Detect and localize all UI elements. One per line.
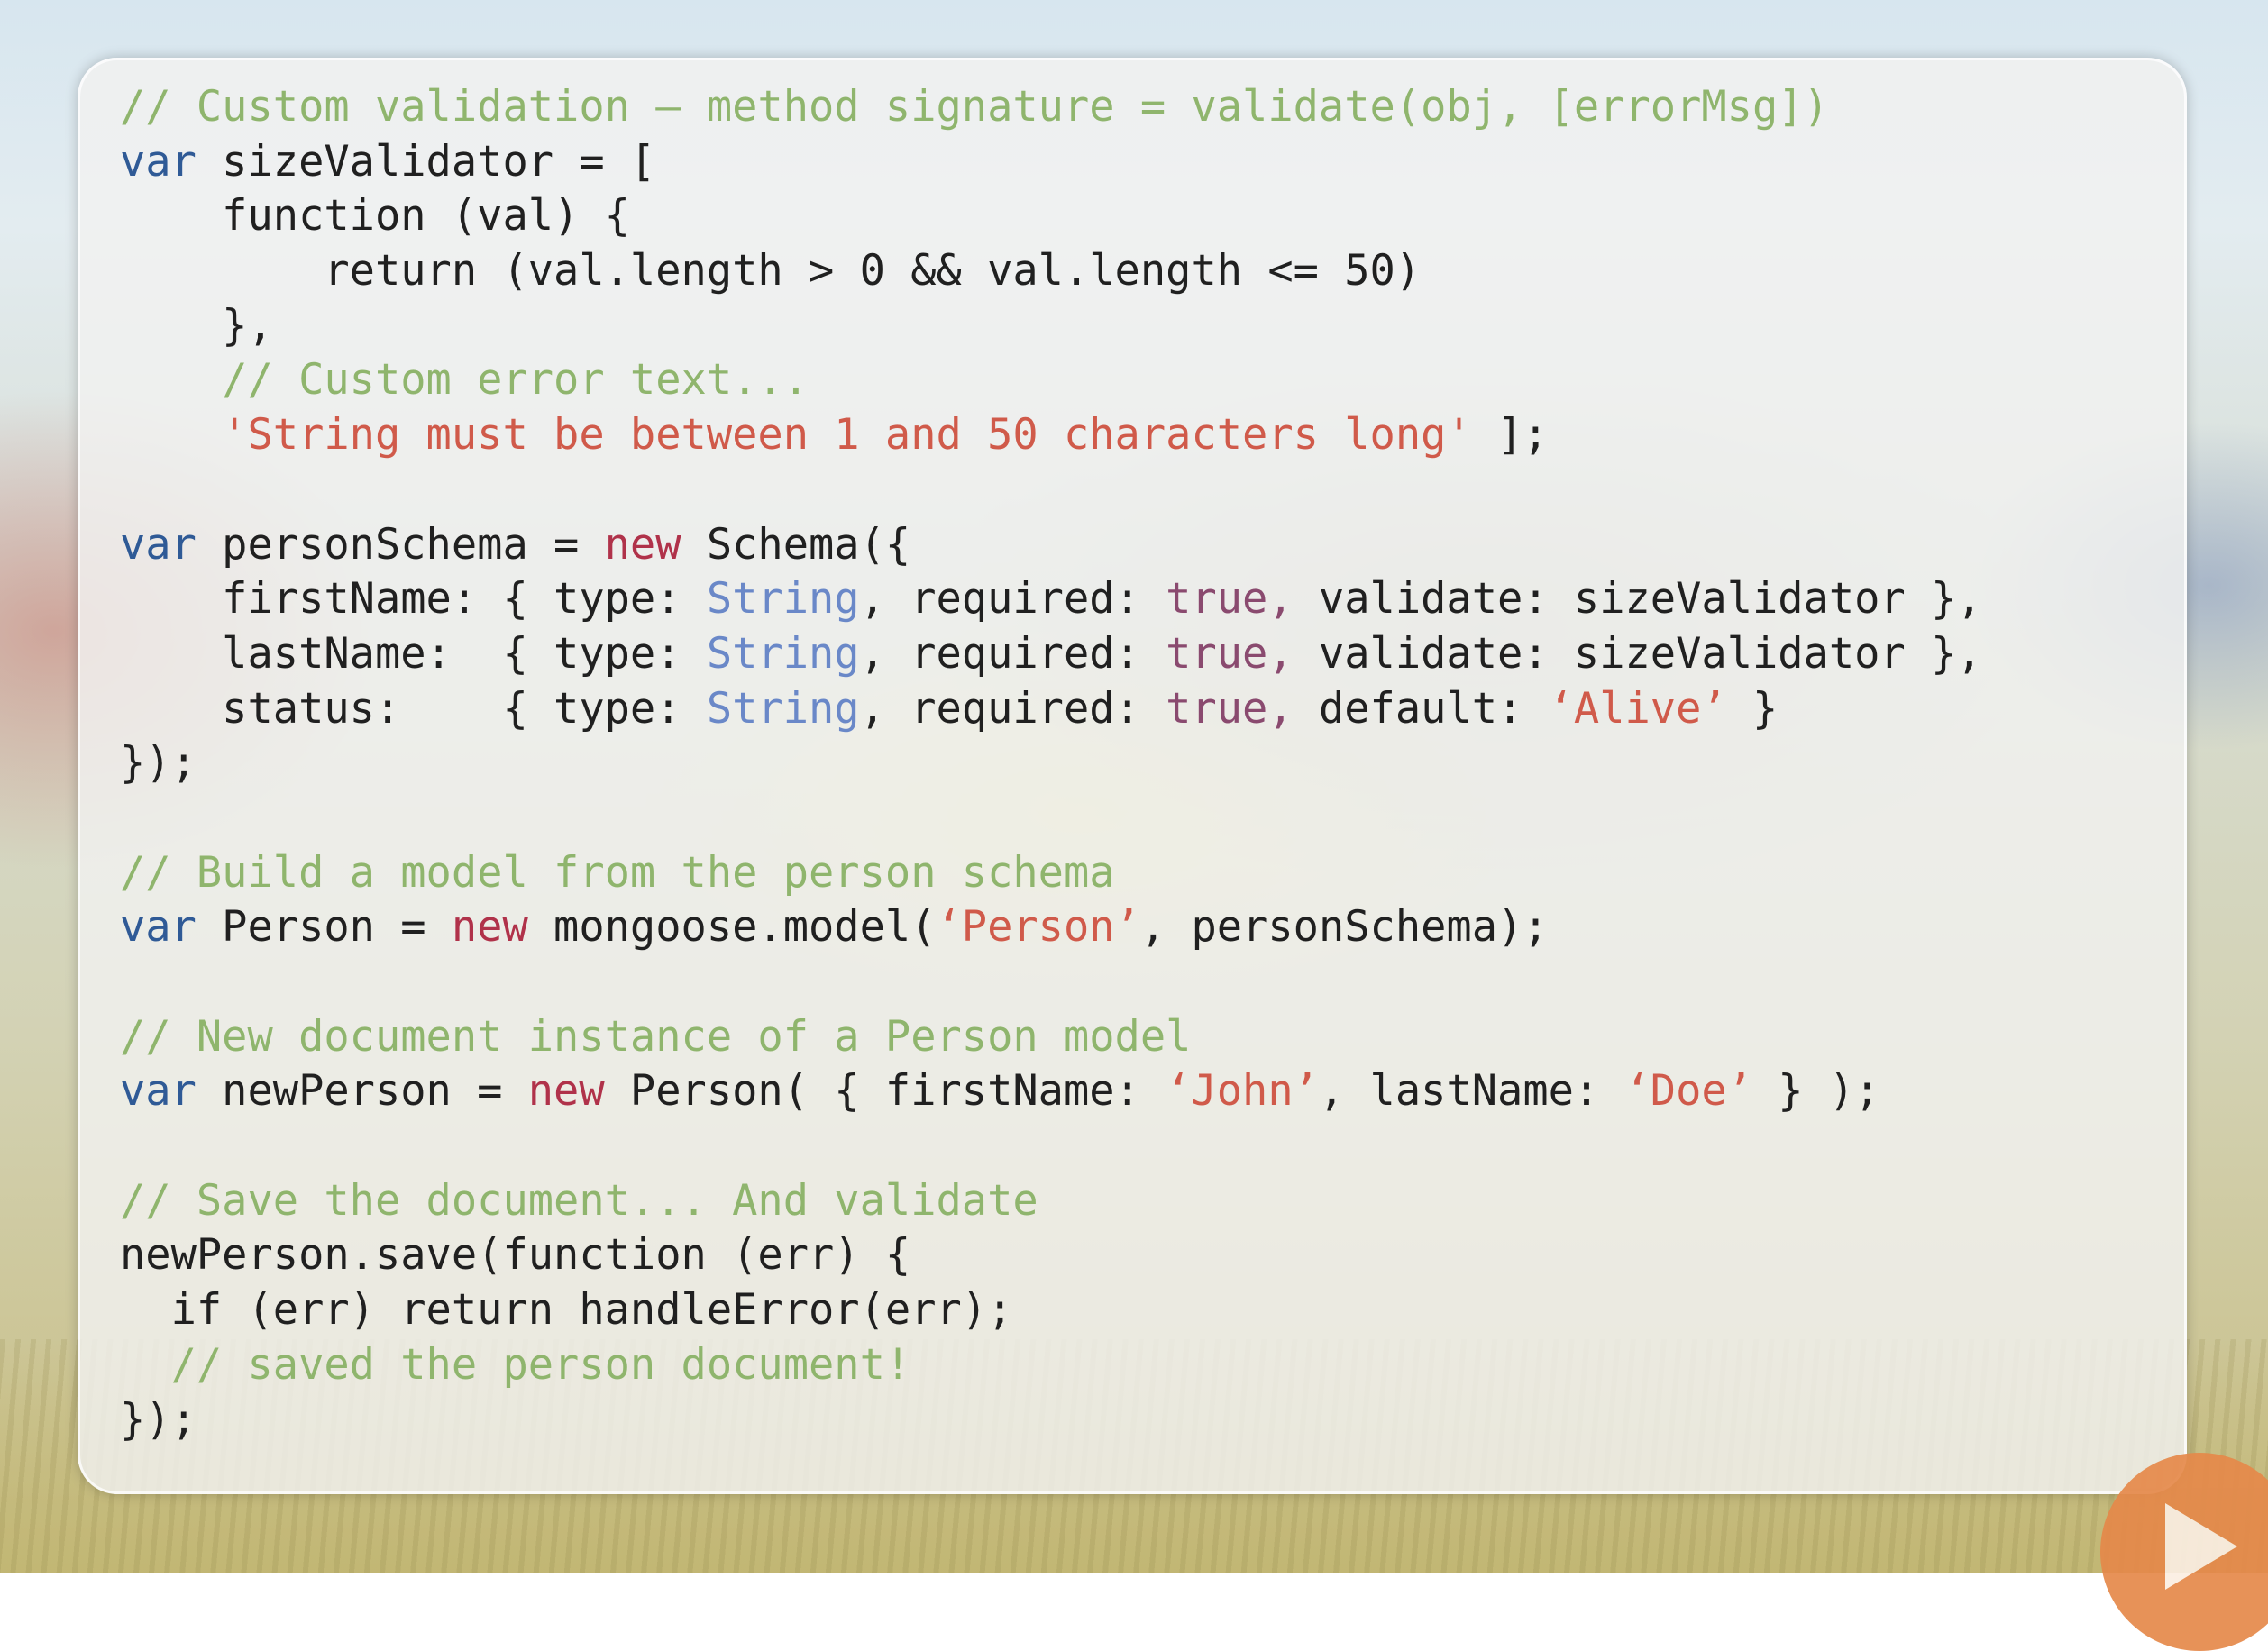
code-token: new: [451, 902, 528, 953]
code-block: // Custom validation – method signature …: [120, 80, 2148, 1447]
code-token: , personSchema);: [1139, 902, 1549, 953]
code-token: newPerson.save(function (err) {: [120, 1230, 911, 1281]
code-line: // New document instance of a Person mod…: [120, 1010, 2148, 1065]
code-token: new: [604, 519, 681, 570]
code-line: 'String must be between 1 and 50 charact…: [120, 408, 2148, 463]
code-token: sizeValidator = [: [196, 136, 656, 187]
code-token: // New document instance of a Person mod…: [120, 1011, 1192, 1062]
code-token: newPerson =: [196, 1066, 528, 1117]
code-token: true,: [1166, 574, 1294, 625]
code-line: var sizeValidator = [: [120, 135, 2148, 190]
code-line: if (err) return handleError(err);: [120, 1283, 2148, 1338]
code-line: var Person = new mongoose.model(‘Person’…: [120, 900, 2148, 955]
code-line: return (val.length > 0 && val.length <= …: [120, 244, 2148, 299]
code-token: firstName: { type:: [120, 574, 707, 625]
code-token: // Build a model from the person schema: [120, 847, 1115, 898]
code-line: status: { type: String, required: true, …: [120, 682, 2148, 737]
code-token: ‘Alive’: [1548, 683, 1727, 734]
code-token: var: [120, 1066, 197, 1117]
code-token: // Save the document... And validate: [120, 1175, 1038, 1226]
code-token: ‘Doe’: [1624, 1066, 1752, 1117]
code-token: true,: [1166, 683, 1294, 734]
code-line: },: [120, 299, 2148, 354]
code-token: validate: sizeValidator },: [1293, 574, 1982, 625]
code-token: validate: sizeValidator },: [1293, 628, 1982, 679]
code-slide-panel: // Custom validation – method signature …: [78, 58, 2187, 1494]
code-token: },: [120, 300, 273, 351]
code-line: var newPerson = new Person( { firstName:…: [120, 1064, 2148, 1119]
code-token: 'String must be between 1 and 50 charact…: [120, 410, 1472, 461]
code-token: , required:: [859, 683, 1166, 734]
code-token: personSchema =: [196, 519, 605, 570]
code-token: var: [120, 902, 197, 953]
code-token: var: [120, 519, 197, 570]
code-token: String: [706, 683, 860, 734]
code-token: , required:: [859, 628, 1166, 679]
code-token: Person =: [196, 902, 452, 953]
code-token: ‘John’: [1166, 1066, 1319, 1117]
code-token: } );: [1752, 1066, 1880, 1117]
code-token: if (err) return handleError(err);: [120, 1285, 1013, 1336]
code-line: // Custom validation – method signature …: [120, 80, 2148, 135]
code-token: }: [1726, 683, 1779, 734]
code-line: });: [120, 736, 2148, 791]
code-token: Schema({: [681, 519, 911, 570]
code-token: });: [120, 1394, 197, 1445]
code-token: // Custom validation – method signature …: [120, 82, 1829, 132]
code-token: ];: [1471, 410, 1549, 461]
code-token: function (val) {: [120, 191, 630, 242]
code-token: // saved the person document!: [120, 1339, 911, 1390]
code-line: var personSchema = new Schema({: [120, 518, 2148, 573]
code-token: default:: [1293, 683, 1549, 734]
play-icon: [2165, 1503, 2237, 1590]
code-token: new: [527, 1066, 605, 1117]
code-line: function (val) {: [120, 189, 2148, 244]
code-line: lastName: { type: String, required: true…: [120, 627, 2148, 682]
code-line: newPerson.save(function (err) {: [120, 1228, 2148, 1283]
code-token: // Custom error text...: [120, 355, 809, 406]
code-line: });: [120, 1393, 2148, 1448]
code-token: ‘Person’: [936, 902, 1140, 953]
code-token: var: [120, 136, 197, 187]
code-token: status: { type:: [120, 683, 707, 734]
code-token: , lastName:: [1318, 1066, 1625, 1117]
code-token: true,: [1166, 628, 1294, 679]
code-token: mongoose.model(: [527, 902, 937, 953]
code-token: , required:: [859, 574, 1166, 625]
code-line: // Custom error text...: [120, 353, 2148, 408]
code-token: Person( { firstName:: [604, 1066, 1166, 1117]
code-token: return (val.length > 0 && val.length <= …: [120, 246, 1422, 296]
code-line: firstName: { type: String, required: tru…: [120, 572, 2148, 627]
code-line: // saved the person document!: [120, 1338, 2148, 1393]
code-token: String: [706, 574, 860, 625]
code-token: });: [120, 738, 197, 789]
code-line: // Save the document... And validate: [120, 1174, 2148, 1229]
code-token: String: [706, 628, 860, 679]
code-token: lastName: { type:: [120, 628, 707, 679]
code-line: // Build a model from the person schema: [120, 846, 2148, 901]
